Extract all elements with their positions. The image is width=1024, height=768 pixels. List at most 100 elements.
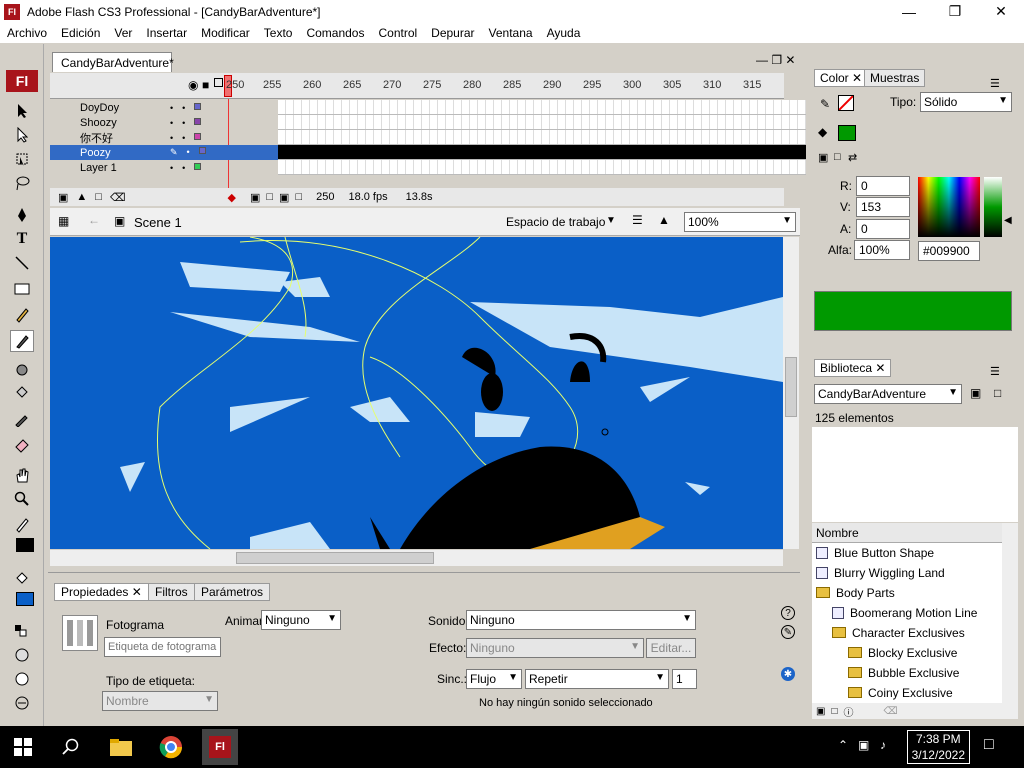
flash-taskbar-icon[interactable]: Fl	[202, 729, 238, 765]
scroll-thumb[interactable]	[785, 357, 797, 417]
properties-icon[interactable]: ⓘ	[844, 704, 854, 719]
pin-library-icon[interactable]: ▣	[970, 386, 981, 400]
frame-label-input[interactable]	[104, 637, 221, 657]
accessibility-icon[interactable]: ✱	[781, 667, 795, 681]
insert-layer-icon[interactable]: ▣	[58, 191, 68, 204]
frame-strip[interactable]	[278, 130, 834, 145]
edit-scene-icon[interactable]: ☰	[632, 213, 643, 227]
new-folder-icon[interactable]: □	[831, 706, 837, 717]
list-item[interactable]: Boomerang Motion Line	[832, 603, 977, 622]
repeat-count-input[interactable]: 1	[672, 669, 697, 689]
default-colors-icon[interactable]: ▣	[818, 151, 828, 164]
file-explorer-icon[interactable]	[106, 732, 136, 762]
close-button[interactable]: ✕	[978, 0, 1024, 23]
list-item[interactable]: Coiny Exclusive	[848, 683, 953, 702]
layer-row[interactable]: Shoozy • •	[50, 115, 834, 130]
layer-row[interactable]: DoyDoy • •	[50, 100, 834, 115]
sound-select[interactable]: Ninguno ▼	[466, 610, 696, 630]
volume-icon[interactable]: ♪	[880, 738, 886, 752]
alpha-input[interactable]: 100%	[854, 240, 910, 260]
delete-layer-icon[interactable]: ⌫	[110, 191, 126, 204]
eraser-tool-icon[interactable]	[10, 434, 34, 456]
menu-ver[interactable]: Ver	[107, 26, 139, 40]
onion-outline-icon[interactable]: □	[266, 191, 273, 203]
edit-button[interactable]: Editar...	[646, 638, 696, 658]
paint-bucket-tool-icon[interactable]	[10, 382, 34, 404]
chrome-icon[interactable]	[156, 732, 186, 762]
stage-horizontal-scrollbar[interactable]	[50, 550, 783, 566]
sync-select[interactable]: Flujo ▼	[466, 669, 522, 689]
eyedropper-tool-icon[interactable]	[10, 408, 34, 430]
subselection-tool-icon[interactable]	[10, 124, 34, 146]
ink-bottle-tool-icon[interactable]	[10, 358, 34, 380]
straighten-icon[interactable]	[10, 692, 34, 714]
tab-swatches[interactable]: Muestras	[864, 69, 926, 87]
list-item[interactable]: Blurry Wiggling Land	[816, 563, 945, 582]
stage-canvas[interactable]	[50, 237, 783, 549]
brush-tool-icon[interactable]	[10, 330, 34, 352]
help-icon[interactable]: ?	[781, 606, 795, 620]
frame-strip[interactable]	[278, 145, 834, 160]
menu-comandos[interactable]: Comandos	[299, 26, 371, 40]
center-frame-icon[interactable]: ◆	[228, 191, 236, 204]
menu-depurar[interactable]: Depurar	[424, 26, 481, 40]
tab-filters[interactable]: Filtros	[148, 583, 195, 601]
menu-archivo[interactable]: Archivo	[0, 26, 54, 40]
list-item[interactable]: Bubble Exclusive	[848, 663, 959, 682]
frame-strip[interactable]	[278, 160, 834, 175]
frame-strip[interactable]	[278, 100, 834, 115]
slider-arrow-icon[interactable]: ◀	[1004, 215, 1012, 226]
selection-tool-icon[interactable]	[10, 100, 34, 122]
insert-folder-icon[interactable]: □	[95, 191, 102, 203]
pen-tool-icon[interactable]	[10, 204, 34, 226]
panel-controls[interactable]: — ❐ ✕	[756, 53, 795, 67]
effect-select[interactable]: Ninguno ▼	[466, 638, 644, 658]
modify-markers-icon[interactable]: □	[295, 191, 302, 203]
green-input[interactable]: 153	[856, 197, 910, 217]
panel-menu-icon[interactable]: ☰	[990, 365, 1000, 378]
frame-strip[interactable]	[278, 115, 834, 130]
blue-input[interactable]: 0	[856, 219, 910, 239]
scene-name[interactable]: Scene 1	[134, 215, 182, 230]
edit-symbols-icon[interactable]: ▲	[658, 213, 670, 227]
color-spectrum-picker[interactable]	[918, 177, 980, 237]
menu-ventana[interactable]: Ventana	[482, 26, 540, 40]
pencil-tool-icon[interactable]	[10, 304, 34, 326]
new-library-icon[interactable]: □	[994, 386, 1001, 400]
delete-icon[interactable]: ⌫	[884, 706, 898, 717]
line-tool-icon[interactable]	[10, 252, 34, 274]
edit-icon[interactable]: ✎	[781, 625, 795, 639]
layer-row-selected[interactable]: Poozy ✎ •	[50, 145, 834, 160]
repeat-select[interactable]: Repetir ▼	[525, 669, 669, 689]
workspace-dropdown-icon[interactable]: ▼	[606, 215, 616, 226]
tween-select[interactable]: Ninguno ▼	[261, 610, 341, 630]
no-stroke-swatch[interactable]	[838, 95, 854, 111]
tab-properties[interactable]: Propiedades ✕	[54, 583, 149, 601]
fill-bucket-icon[interactable]: ◆	[818, 125, 827, 139]
text-tool-icon[interactable]: T	[10, 228, 34, 250]
stroke-color-pencil-icon[interactable]	[10, 514, 34, 536]
minimize-button[interactable]: —	[886, 0, 932, 23]
stroke-pencil-icon[interactable]: ✎	[820, 97, 830, 111]
color-type-select[interactable]: Sólido ▼	[920, 92, 1012, 112]
layer-row[interactable]: Layer 1 • •	[50, 160, 834, 175]
menu-modificar[interactable]: Modificar	[194, 26, 257, 40]
smooth-icon[interactable]	[10, 668, 34, 690]
tab-library[interactable]: Biblioteca ✕	[814, 359, 892, 377]
edit-multiple-icon[interactable]: ▣	[279, 191, 289, 204]
list-item[interactable]: Blue Button Shape	[816, 543, 934, 562]
restore-button[interactable]: ❐	[932, 0, 978, 23]
notifications-icon[interactable]: □	[984, 736, 994, 754]
menu-texto[interactable]: Texto	[257, 26, 300, 40]
timeline-toggle-icon[interactable]: ▦	[58, 214, 69, 228]
document-tab[interactable]: CandyBarAdventure*	[52, 52, 174, 72]
system-clock[interactable]: 7:38 PM 3/12/2022	[906, 730, 970, 764]
library-scrollbar[interactable]	[1002, 523, 1018, 703]
red-input[interactable]: 0	[856, 176, 910, 196]
chevron-up-icon[interactable]: ⌃	[838, 738, 848, 752]
stage-vertical-scrollbar[interactable]	[783, 237, 799, 549]
menu-insertar[interactable]: Insertar	[139, 26, 194, 40]
eye-icon[interactable]: ◉	[188, 78, 198, 92]
windows-start-icon[interactable]	[8, 732, 38, 762]
menu-ayuda[interactable]: Ayuda	[540, 26, 588, 40]
